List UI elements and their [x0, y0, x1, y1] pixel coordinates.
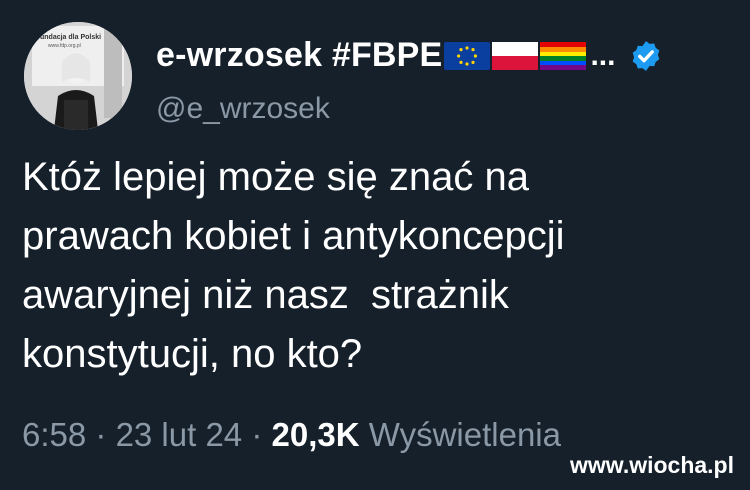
avatar-image: undacja dla Polski www.fdp.org.pl: [24, 22, 132, 130]
author-name-row[interactable]: e-wrzosek #FBPE ...: [156, 36, 663, 75]
meta-separator: ·: [86, 416, 116, 453]
avatar[interactable]: undacja dla Polski www.fdp.org.pl: [24, 22, 132, 130]
tweet-text: Któż lepiej może się znać na prawach kob…: [22, 155, 565, 376]
watermark: www.wiocha.pl: [570, 452, 734, 478]
avatar-banner-text: undacja dla Polski: [40, 34, 101, 41]
views-count: 20,3K: [271, 416, 360, 453]
tweet-time[interactable]: 6:58: [22, 416, 86, 453]
flag-emojis: [444, 41, 588, 70]
rainbow-flag-icon: [540, 41, 587, 70]
name-truncation: ...: [590, 38, 616, 72]
tweet-date[interactable]: 23 lut 24: [116, 416, 243, 453]
meta-separator: ·: [242, 416, 272, 453]
eu-flag-icon: [444, 41, 491, 70]
verified-badge-icon[interactable]: [629, 39, 663, 73]
avatar-banner-sub: www.fdp.org.pl: [48, 43, 81, 49]
author-handle[interactable]: @e_wrzosek: [156, 92, 330, 126]
display-name[interactable]: e-wrzosek #FBPE: [156, 36, 442, 75]
poland-flag-icon: [492, 41, 539, 70]
views-label: Wyświetlenia: [359, 416, 561, 453]
tweet-meta: 6:58 · 23 lut 24 · 20,3K Wyświetlenia: [22, 416, 561, 454]
